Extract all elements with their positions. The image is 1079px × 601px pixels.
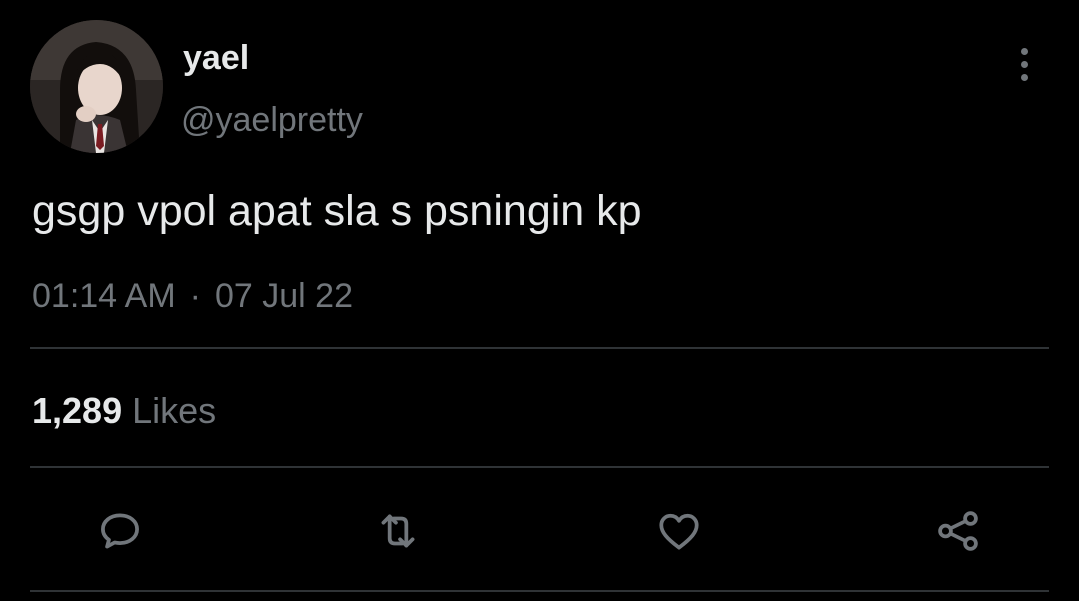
tweet-date[interactable]: 07 Jul 22 <box>215 277 353 315</box>
heart-icon <box>659 513 699 550</box>
likes-label: Likes <box>132 390 217 431</box>
more-vertical-icon <box>1020 47 1028 55</box>
avatar[interactable] <box>30 20 163 153</box>
reply-button[interactable] <box>92 503 148 559</box>
author-handle[interactable]: @yaelpretty <box>181 100 363 140</box>
meta-separator: · <box>189 277 201 315</box>
tweet-timestamp: 01:14 AM · 07 Jul 22 <box>32 276 353 316</box>
likes-count: 1,289 <box>32 390 123 431</box>
more-vertical-icon-dot-2 <box>1020 60 1028 68</box>
more-options-button[interactable] <box>1006 42 1042 86</box>
divider <box>30 466 1049 468</box>
retweet-icon <box>381 514 415 548</box>
tweet-detail: yael @yaelpretty gsgp vpol apat sla s ps… <box>0 0 1079 601</box>
author-display-name[interactable]: yael <box>183 38 249 78</box>
retweet-button[interactable] <box>370 503 426 559</box>
divider <box>30 347 1049 349</box>
share-icon <box>938 511 978 551</box>
divider <box>30 590 1049 592</box>
tweet-text: gsgp vpol apat sla s psningin kp <box>32 187 642 235</box>
speech-bubble-icon <box>101 513 139 549</box>
likes-count-link[interactable]: 1,289 Likes <box>32 390 216 432</box>
share-button[interactable] <box>930 503 986 559</box>
more-vertical-icon-dot-3 <box>1020 73 1028 81</box>
avatar-photo <box>30 20 163 153</box>
like-button[interactable] <box>651 503 707 559</box>
tweet-time[interactable]: 01:14 AM <box>32 277 176 315</box>
